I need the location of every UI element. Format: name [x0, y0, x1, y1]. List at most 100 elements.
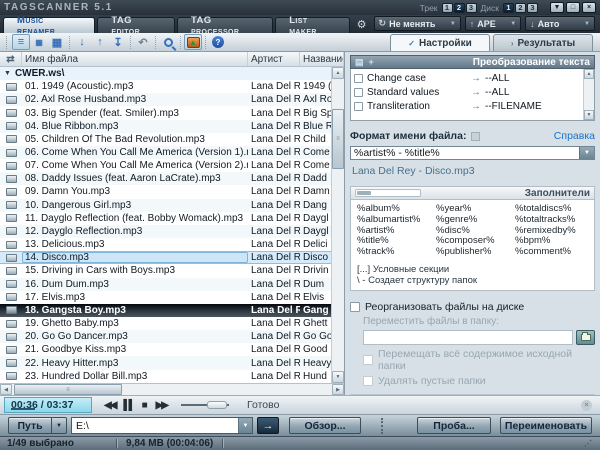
column-title[interactable]: Название — [300, 52, 344, 66]
move-all-checkbox-row[interactable]: Перемещать всё содержимое исходной папки — [363, 348, 595, 372]
scrollbar-thumb[interactable]: ≡ — [332, 109, 344, 169]
column-artist[interactable]: Артист — [248, 52, 300, 66]
file-row[interactable]: 15. Driving in Cars with Boys.mp3Lana De… — [0, 264, 331, 277]
browse-folder-button[interactable] — [576, 330, 595, 345]
checkbox-icon[interactable] — [354, 88, 363, 97]
disc-number-button[interactable]: 3 — [527, 3, 538, 13]
player-icon[interactable]: ▲ — [184, 34, 202, 50]
browse-button[interactable]: Обзор... — [289, 417, 361, 434]
move-up-icon[interactable]: ↑ — [91, 34, 109, 50]
file-row[interactable]: 20. Go Go Dancer.mp3Lana Del ReyGo Go — [0, 330, 331, 343]
file-row[interactable]: 09. Damn You.mp3Lana Del ReyDamn — [0, 185, 331, 198]
chevron-down-icon[interactable]: ▼ — [579, 147, 594, 159]
format-option-icon[interactable] — [471, 132, 480, 141]
track-number-button[interactable]: 3 — [466, 3, 477, 13]
folder-row[interactable]: ▼ CWER.ws\ — [0, 67, 331, 80]
reorganize-checkbox-row[interactable]: Реорганизовать файлы на диске — [350, 301, 595, 313]
scroll-right-icon[interactable]: ▶ — [332, 384, 344, 395]
disc-number-button[interactable]: 1 — [503, 3, 514, 13]
disc-number-button[interactable]: 2 — [515, 3, 526, 13]
stop-icon[interactable]: ■ — [142, 400, 148, 411]
placeholder-item[interactable]: %comment% — [515, 247, 588, 258]
file-row[interactable]: 12. Dayglo Reflection.mp3Lana Del ReyDay… — [0, 225, 331, 238]
file-row[interactable]: 07. Come When You Call Me America (Versi… — [0, 159, 331, 172]
main-tab[interactable]: Music renamer — [3, 17, 95, 33]
file-row[interactable]: 17. Elvis.mp3Lana Del ReyElvis — [0, 291, 331, 304]
file-row[interactable]: 03. Big Spender (feat. Smiler).mp3Lana D… — [0, 106, 331, 119]
scroll-up-icon[interactable]: ▲ — [584, 69, 594, 79]
previous-icon[interactable]: ◀◀ — [104, 400, 115, 411]
minimize-icon[interactable]: ▼ — [550, 2, 564, 13]
file-row[interactable]: 23. Hundred Dollar Bill.mp3Lana Del ReyH… — [0, 370, 331, 383]
help-link[interactable]: Справка — [554, 130, 595, 142]
file-row[interactable]: 22. Heavy Hitter.mp3Lana Del ReyHeavy — [0, 356, 331, 369]
collapse-triangle-icon[interactable]: ▼ — [4, 70, 11, 77]
track-number-button[interactable]: 2 — [454, 3, 465, 13]
file-row[interactable]: 19. Ghetto Baby.mp3Lana Del ReyGhett — [0, 317, 331, 330]
tag-read-dropdown[interactable]: ↑ APE ▼ — [465, 16, 521, 31]
scroll-down-icon[interactable]: ▼ — [332, 371, 344, 383]
go-button[interactable]: → — [257, 417, 279, 434]
path-button[interactable]: Путь — [8, 417, 52, 434]
placeholder-item[interactable]: %totaltracks% — [515, 215, 588, 226]
transform-row[interactable]: Change case→--ALL — [354, 71, 581, 85]
resize-grip[interactable]: ⋰ — [584, 439, 593, 448]
tab-results[interactable]: › Результаты — [493, 34, 593, 51]
scrollbar-thumb[interactable]: ≡ — [14, 384, 122, 395]
gear-icon[interactable]: ⚙ — [357, 18, 367, 31]
next-icon[interactable]: ▶▶ — [156, 400, 167, 411]
main-tab[interactable]: TAG editor — [97, 17, 175, 33]
add-icon[interactable]: + — [369, 57, 374, 67]
checkbox-icon[interactable] — [363, 355, 373, 365]
slider-handle[interactable] — [357, 191, 371, 195]
file-row[interactable]: 05. Children Of The Bad Revolution.mp3La… — [0, 133, 331, 146]
file-row[interactable]: 16. Dum Dum.mp3Lana Del ReyDum — [0, 278, 331, 291]
path-dropdown-icon[interactable]: ▼ — [52, 417, 67, 434]
placeholder-item[interactable]: %track% — [357, 247, 436, 258]
file-row[interactable]: 08. Daddy Issues (feat. Aaron LaCrate).m… — [0, 172, 331, 185]
format-input[interactable]: %artist% - %title% ▼ — [350, 146, 595, 160]
list-view-icon[interactable]: ≡ — [12, 34, 30, 50]
scroll-up-icon[interactable]: ▲ — [332, 67, 344, 79]
checkbox-icon[interactable] — [363, 376, 373, 386]
move-down-icon[interactable]: ↓ — [73, 34, 91, 50]
search-icon[interactable] — [159, 34, 177, 50]
playback-time[interactable]: 00:36 / 03:37 — [4, 397, 92, 413]
placeholder-item[interactable]: %genre% — [436, 215, 515, 226]
file-row[interactable]: 06. Come When You Call Me America (Versi… — [0, 146, 331, 159]
tag-write-dropdown[interactable]: ↓ Авто ▼ — [525, 16, 595, 31]
column-filename[interactable]: Имя файла — [22, 52, 248, 66]
file-row[interactable]: 18. Gangsta Boy.mp3Lana Del R...Gang — [0, 304, 331, 317]
pause-icon[interactable]: ▌▌ — [123, 400, 133, 411]
file-row[interactable]: 02. Axl Rose Husband.mp3Lana Del ReyAxl … — [0, 93, 331, 106]
placeholder-item[interactable]: %albumartist% — [357, 215, 436, 226]
file-row[interactable]: 11. Dayglo Reflection (feat. Bobby Womac… — [0, 212, 331, 225]
tag-mode-dropdown[interactable]: ↻ Не менять ▼ — [374, 16, 461, 31]
undo-icon[interactable]: ↶ — [134, 34, 152, 50]
maximize-icon[interactable]: □ — [566, 2, 580, 13]
placeholders-slider[interactable] — [355, 189, 421, 197]
transform-row[interactable]: Transliteration→--FILENAME — [354, 99, 581, 113]
close-icon[interactable]: × — [582, 2, 596, 13]
checkbox-icon[interactable] — [354, 74, 363, 83]
chevron-down-icon[interactable]: ▼ — [238, 418, 252, 433]
close-player-icon[interactable]: × — [581, 400, 592, 411]
transform-row[interactable]: Standard values→--ALL — [354, 85, 581, 99]
checkbox-icon[interactable] — [354, 102, 363, 111]
file-row[interactable]: 13. Delicious.mp3Lana Del ReyDelici — [0, 238, 331, 251]
horizontal-scrollbar[interactable]: ◀ ≡ ▶ — [0, 383, 344, 395]
grid-small-icon[interactable]: ▦ — [30, 34, 48, 50]
transform-scrollbar[interactable]: ▲ ▼ — [583, 69, 594, 120]
sort-icon[interactable]: ↧ — [109, 34, 127, 50]
slider-thumb[interactable] — [207, 401, 227, 409]
track-number-button[interactable]: 1 — [442, 3, 453, 13]
file-row[interactable]: 01. 1949 (Acoustic).mp3Lana Del Rey1949 … — [0, 80, 331, 93]
help-icon[interactable]: ? — [209, 34, 227, 50]
file-row[interactable]: 04. Blue Ribbon.mp3Lana Del ReyBlue R — [0, 120, 331, 133]
path-combobox[interactable]: E:\ ▼ — [71, 417, 253, 434]
delete-empty-checkbox-row[interactable]: Удалять пустые папки — [363, 375, 595, 387]
move-folder-input[interactable] — [363, 330, 573, 345]
vertical-scrollbar[interactable]: ▲ ≡ ▼ — [331, 67, 344, 383]
volume-slider[interactable] — [181, 401, 229, 409]
scroll-left-icon[interactable]: ◀ — [0, 384, 12, 395]
